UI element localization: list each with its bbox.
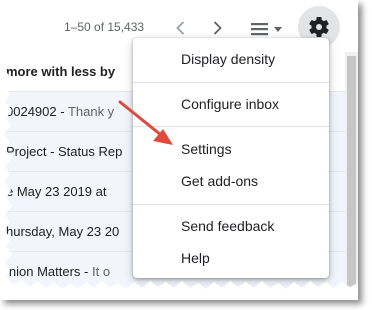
gmail-screenshot: 1–50 of 15,433 more with less by 0024902… xyxy=(0,0,358,300)
menu-item-settings[interactable]: Settings xyxy=(133,134,329,164)
email-subject: more with less by xyxy=(6,64,116,79)
email-subject: 0024902 - xyxy=(6,104,65,119)
email-subject: Project - Status Rep xyxy=(6,144,123,159)
menu-item-send-feedback[interactable]: Send feedback xyxy=(133,211,329,241)
menu-item-display-density[interactable]: Display density xyxy=(133,44,329,74)
menu-divider xyxy=(133,82,329,83)
scrollbar-thumb[interactable] xyxy=(347,56,356,296)
settings-menu: Display density Configure inbox Settings… xyxy=(133,38,329,278)
email-subject: inion Matters - xyxy=(6,264,89,279)
menu-item-get-add-ons[interactable]: Get add-ons xyxy=(133,166,329,196)
menu-divider xyxy=(133,204,329,205)
email-snippet: Thank y xyxy=(64,104,115,119)
menu-item-help[interactable]: Help xyxy=(133,243,329,273)
page-count: 1–50 of 15,433 xyxy=(64,20,145,34)
chevron-left-icon xyxy=(176,21,185,35)
menu-item-configure-inbox[interactable]: Configure inbox xyxy=(133,89,329,119)
chevron-right-icon xyxy=(213,21,222,35)
email-snippet: It o xyxy=(88,264,111,279)
scrollbar[interactable] xyxy=(345,52,358,300)
email-subject: hursday, May 23 20 xyxy=(6,224,120,239)
dropdown-caret-icon xyxy=(274,27,282,32)
older-page-button[interactable] xyxy=(171,16,191,40)
email-subject: e May 23 2019 at xyxy=(6,184,107,199)
input-tools-button[interactable] xyxy=(247,18,287,40)
newer-page-button[interactable] xyxy=(207,16,227,40)
menu-divider xyxy=(133,126,329,127)
